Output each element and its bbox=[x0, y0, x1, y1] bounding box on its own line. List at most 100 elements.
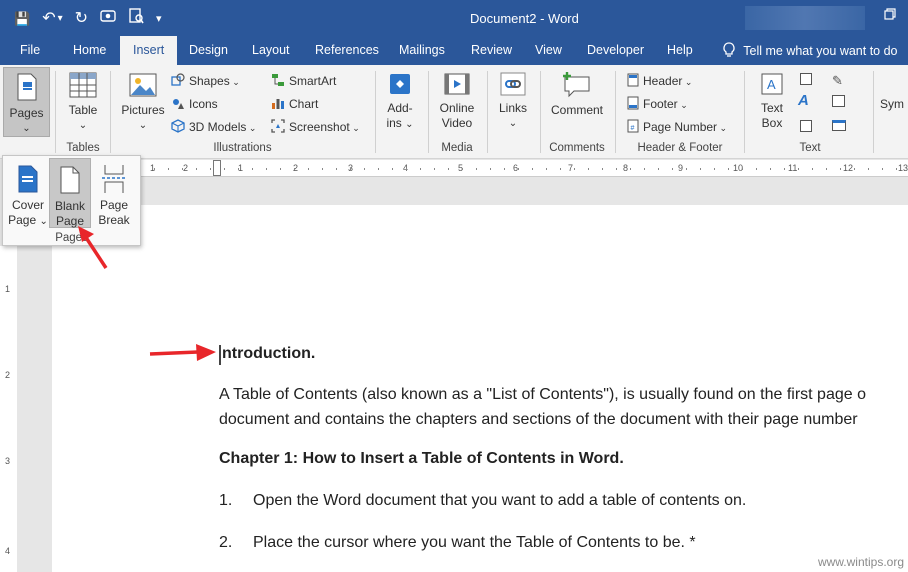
wordart-icon[interactable]: A bbox=[798, 92, 809, 109]
tab-developer[interactable]: Developer bbox=[587, 43, 644, 57]
pictures-icon bbox=[129, 73, 157, 97]
tab-layout[interactable]: Layout bbox=[252, 43, 290, 57]
list-item-1[interactable]: Open the Word document that you want to … bbox=[253, 492, 746, 510]
header-label: Header bbox=[643, 74, 683, 88]
video-icon bbox=[444, 73, 470, 95]
header-button[interactable]: Header ⌄ bbox=[627, 73, 692, 89]
ruler-tick-mark bbox=[364, 168, 365, 170]
doc-heading[interactable]: ntroduction. bbox=[222, 345, 315, 363]
ruler-tick-label: 9 bbox=[678, 163, 684, 173]
print-preview-icon[interactable] bbox=[128, 8, 144, 29]
ruler-tick-label: 3 bbox=[5, 456, 11, 466]
links-button[interactable]: Links ⌄ bbox=[492, 71, 534, 131]
online-video-button[interactable]: Online Video bbox=[434, 71, 480, 131]
ruler-tick-mark bbox=[728, 168, 729, 170]
symbols-button[interactable]: Sym bbox=[880, 97, 908, 112]
redo-icon[interactable]: ↻ bbox=[75, 10, 88, 28]
ruler-tick-mark bbox=[350, 168, 351, 170]
chart-button[interactable]: Chart bbox=[271, 96, 318, 111]
comment-icon bbox=[563, 72, 590, 98]
tab-home[interactable]: Home bbox=[73, 43, 106, 57]
page-number-icon: # bbox=[627, 119, 639, 133]
table-button[interactable]: Table ⌄ bbox=[60, 71, 106, 133]
watermark: www.wintips.org bbox=[817, 555, 904, 569]
tab-view[interactable]: View bbox=[535, 43, 562, 57]
smartart-button[interactable]: SmartArt bbox=[271, 73, 336, 88]
ruler-tick-mark bbox=[560, 168, 561, 170]
ruler-tick-label: 7 bbox=[568, 163, 574, 173]
restore-icon[interactable] bbox=[884, 8, 896, 23]
comment-label: Comment bbox=[550, 103, 603, 117]
doc-paragraph-line-2[interactable]: document and contains the chapters and s… bbox=[219, 411, 858, 429]
text-box-label-1: Text bbox=[760, 101, 783, 115]
pages-button[interactable]: Pages ⌄ bbox=[3, 67, 50, 137]
pictures-button[interactable]: Pictures ⌄ bbox=[118, 71, 168, 133]
vertical-ruler[interactable]: 1 2 3 4 bbox=[0, 246, 17, 572]
page-break-label-1: Page bbox=[99, 198, 129, 212]
arrow-to-blank-page bbox=[78, 226, 108, 269]
signature-line-icon[interactable]: ✎ bbox=[832, 73, 843, 89]
shapes-button[interactable]: Shapes ⌄ bbox=[171, 73, 240, 89]
ruler-tick-mark bbox=[266, 168, 267, 170]
tab-file[interactable]: File bbox=[20, 43, 40, 57]
text-box-icon: A bbox=[761, 73, 783, 95]
chart-icon bbox=[272, 99, 284, 109]
ruler-tick-label: 4 bbox=[5, 546, 11, 556]
ruler-tick-mark bbox=[280, 168, 281, 170]
table-label: Table bbox=[68, 103, 98, 117]
cover-page-button[interactable]: Cover Page ⌄ bbox=[7, 164, 49, 229]
touch-mode-icon[interactable] bbox=[100, 8, 116, 29]
tab-mailings[interactable]: Mailings bbox=[399, 43, 445, 57]
add-ins-caret: ⌄ bbox=[405, 119, 414, 130]
ruler-tick-mark bbox=[504, 168, 505, 170]
ruler-tick-mark bbox=[210, 168, 211, 170]
text-cursor bbox=[219, 345, 221, 365]
footer-label: Footer bbox=[643, 97, 678, 111]
tab-design[interactable]: Design bbox=[189, 43, 228, 57]
drop-cap-icon[interactable] bbox=[800, 120, 812, 132]
page-break-button[interactable]: Page Break bbox=[93, 164, 135, 228]
customize-qat-icon[interactable]: ▾ bbox=[156, 10, 162, 28]
ruler-tick-mark bbox=[336, 168, 337, 170]
indent-marker-icon[interactable] bbox=[213, 160, 221, 176]
footer-button[interactable]: Footer ⌄ bbox=[627, 96, 688, 112]
ruler-tick-mark bbox=[196, 168, 197, 170]
list-item-2[interactable]: Place the cursor where you want the Tabl… bbox=[253, 534, 696, 552]
ruler-tick-label: 13 bbox=[898, 163, 908, 173]
ruler-tick-label: 8 bbox=[623, 163, 629, 173]
cover-page-caret: ⌄ bbox=[39, 216, 48, 227]
account-area[interactable] bbox=[745, 6, 865, 30]
tab-help[interactable]: Help bbox=[667, 43, 693, 57]
ruler-tick-mark bbox=[658, 168, 659, 170]
3d-models-button[interactable]: 3D Models ⌄ bbox=[171, 119, 256, 135]
header-footer-group-label: Header & Footer bbox=[637, 142, 723, 154]
icons-button[interactable]: Icons bbox=[171, 96, 218, 111]
cube-icon bbox=[171, 119, 185, 133]
tab-references[interactable]: References bbox=[315, 43, 379, 57]
tab-review[interactable]: Review bbox=[471, 43, 512, 57]
online-video-label-1: Online bbox=[439, 101, 475, 115]
doc-chapter-heading[interactable]: Chapter 1: How to Insert a Table of Cont… bbox=[219, 450, 624, 468]
save-icon[interactable]: 💾 bbox=[14, 10, 30, 28]
date-time-icon[interactable] bbox=[832, 95, 845, 107]
tell-me-search[interactable]: Tell me what you want to do bbox=[722, 42, 898, 58]
add-ins-button[interactable]: Add- ins ⌄ bbox=[380, 71, 420, 132]
blank-page-button[interactable]: Blank Page bbox=[49, 158, 91, 228]
quick-parts-icon[interactable] bbox=[800, 73, 812, 85]
screenshot-button[interactable]: Screenshot ⌄ bbox=[271, 119, 360, 135]
undo-dropdown-icon[interactable]: ▾ bbox=[58, 10, 63, 28]
svg-text:A: A bbox=[767, 77, 776, 92]
ruler-tick-mark bbox=[546, 168, 547, 170]
page-number-button[interactable]: # Page Number ⌄ bbox=[627, 119, 727, 135]
undo-icon[interactable]: ↶ bbox=[42, 10, 55, 28]
tab-insert[interactable]: Insert bbox=[120, 36, 178, 65]
horizontal-ruler[interactable]: 1212345678910111213 bbox=[140, 160, 908, 177]
comment-button[interactable]: Comment bbox=[546, 71, 608, 118]
pages-label: Pages bbox=[9, 106, 44, 120]
object-icon[interactable] bbox=[832, 120, 846, 131]
screenshot-icon bbox=[271, 119, 285, 133]
text-box-button[interactable]: A Text Box bbox=[752, 71, 792, 131]
add-ins-label-1: Add- bbox=[387, 101, 413, 115]
ruler-tick-mark bbox=[238, 168, 239, 170]
doc-paragraph-line-1[interactable]: A Table of Contents (also known as a "Li… bbox=[219, 386, 866, 404]
